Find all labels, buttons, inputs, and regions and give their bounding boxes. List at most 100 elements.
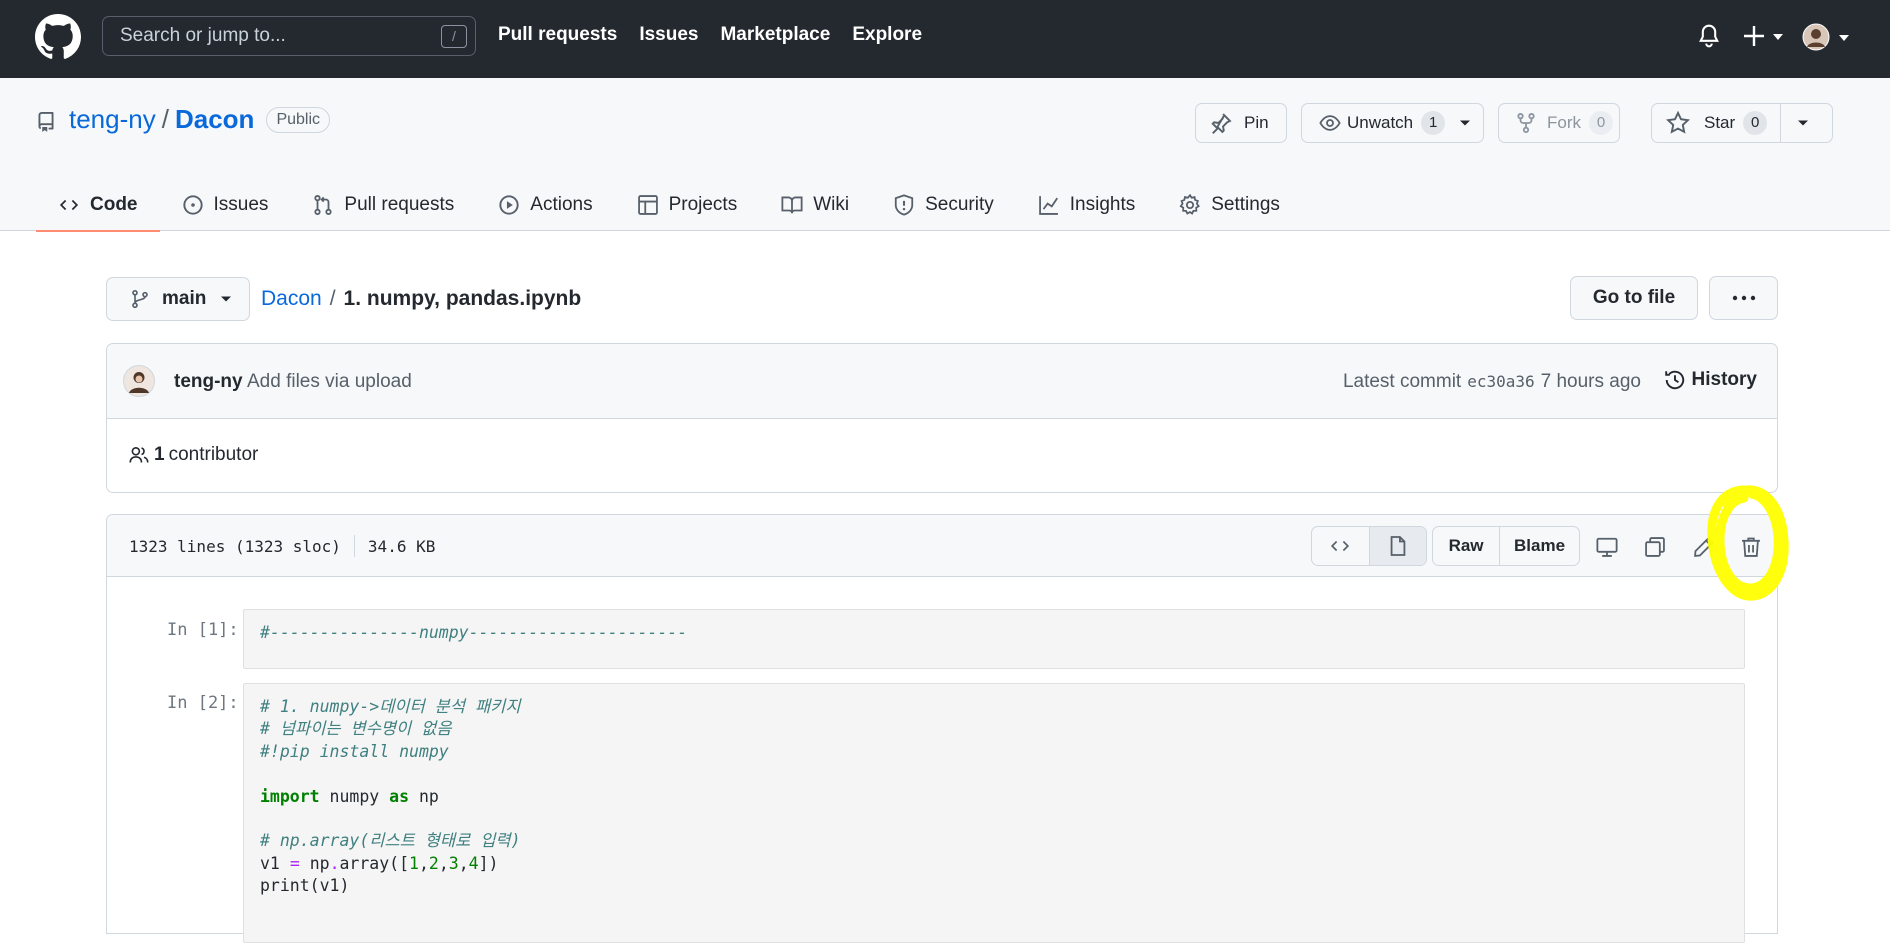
people-icon xyxy=(129,446,149,463)
file-line-count: 1323 lines (1323 sloc) xyxy=(129,536,341,556)
fork-icon xyxy=(1517,113,1535,133)
branch-name: main xyxy=(162,288,207,309)
branch-select-button[interactable]: main xyxy=(106,277,250,321)
file-icon xyxy=(1390,536,1406,556)
tab-label: Wiki xyxy=(813,193,850,215)
contributors-row[interactable]: 1 contributor xyxy=(128,444,258,466)
commit-time: 7 hours ago xyxy=(1540,371,1641,392)
tab-wiki[interactable]: Wiki xyxy=(759,178,871,231)
tab-insights[interactable]: Insights xyxy=(1016,178,1157,231)
github-logo-icon[interactable] xyxy=(35,14,81,60)
tab-projects[interactable]: Projects xyxy=(615,178,760,231)
code-line: #!pip install numpy xyxy=(260,741,449,761)
tab-label: Issues xyxy=(213,193,269,215)
shield-icon xyxy=(894,193,914,216)
raw-button[interactable]: Raw xyxy=(1433,527,1499,565)
file-header: 1323 lines (1323 sloc) 34.6 KB Raw Blame xyxy=(107,515,1777,577)
search-input[interactable] xyxy=(103,17,433,55)
pin-icon xyxy=(1211,113,1232,134)
tab-pull-requests[interactable]: Pull requests xyxy=(290,178,476,231)
tab-issues[interactable]: Issues xyxy=(160,178,291,231)
tab-security[interactable]: Security xyxy=(871,178,1016,231)
bell-icon[interactable] xyxy=(1698,23,1720,49)
chevron-down-icon xyxy=(1460,120,1471,126)
eye-icon xyxy=(1319,115,1341,131)
raw-blame-group: Raw Blame xyxy=(1432,526,1580,566)
pull-request-icon xyxy=(314,194,333,215)
star-list-dropdown[interactable] xyxy=(1781,104,1825,142)
star-icon xyxy=(1666,111,1690,134)
repo-tabs: Code Issues Pull requests Actions Projec… xyxy=(36,178,1302,232)
user-avatar-menu[interactable] xyxy=(1802,23,1854,51)
pin-button[interactable]: Pin xyxy=(1195,103,1287,143)
watch-count: 1 xyxy=(1421,111,1446,135)
view-mode-toggle xyxy=(1311,526,1427,566)
history-link[interactable]: History xyxy=(1664,369,1757,391)
code-line: # 넘파이는 변수명이 없음 xyxy=(260,719,452,739)
file-info-divider xyxy=(353,535,355,557)
nav-explore[interactable]: Explore xyxy=(852,24,922,46)
copy-icon xyxy=(1645,537,1665,557)
nav-issues[interactable]: Issues xyxy=(639,24,698,46)
copy-raw-contents-button[interactable] xyxy=(1641,533,1669,561)
book-icon xyxy=(781,196,803,213)
code-icon xyxy=(59,199,79,210)
table-icon xyxy=(637,194,658,215)
keyword-as: as xyxy=(389,786,410,806)
tab-label: Settings xyxy=(1211,193,1280,215)
more-options-button[interactable] xyxy=(1709,276,1778,320)
code-line: # 1. numpy->데이터 분석 패키지 xyxy=(260,697,521,716)
repo-name-link[interactable]: Dacon xyxy=(175,104,254,135)
code-line-blank: ​ xyxy=(260,763,1728,785)
tab-actions[interactable]: Actions xyxy=(476,178,614,231)
commit-sha-link[interactable]: ec30a36 xyxy=(1467,372,1534,391)
commit-box: teng-ny Add files via upload Latest comm… xyxy=(106,343,1778,493)
chevron-down-icon xyxy=(221,296,232,302)
pin-label: Pin xyxy=(1244,113,1269,132)
code-line: # np.array(리스트 형태로 입력) xyxy=(260,831,521,851)
nav-marketplace[interactable]: Marketplace xyxy=(720,24,830,46)
delete-file-button[interactable] xyxy=(1737,533,1765,561)
gear-icon xyxy=(1179,193,1201,215)
create-new-plus-icon[interactable] xyxy=(1741,22,1789,50)
nav-pull-requests[interactable]: Pull requests xyxy=(498,24,617,46)
notebook-cell: #---------------numpy-------------------… xyxy=(243,609,1745,669)
commit-message-link[interactable]: Add files via upload xyxy=(247,371,412,393)
tab-code[interactable]: Code xyxy=(36,178,160,232)
author-avatar[interactable] xyxy=(123,365,155,397)
tab-label: Insights xyxy=(1069,193,1136,215)
source-view-button[interactable] xyxy=(1312,527,1369,565)
desktop-icon xyxy=(1596,537,1618,557)
tab-settings[interactable]: Settings xyxy=(1157,178,1302,231)
fork-button[interactable]: Fork 0 xyxy=(1498,103,1620,143)
code-line-blank: ​ xyxy=(260,808,1728,830)
unwatch-label: Unwatch xyxy=(1347,113,1414,132)
code-line-assign: v1 = np.array([1,2,3,4]) xyxy=(260,853,499,873)
kebab-horizontal-icon xyxy=(1732,295,1755,301)
breadcrumb-file-name: 1. numpy, pandas.ipynb xyxy=(343,287,582,310)
visibility-badge: Public xyxy=(266,106,331,133)
edit-file-button[interactable] xyxy=(1690,533,1718,561)
code-line-import: import numpy as np xyxy=(260,786,439,806)
file-size: 34.6 KB xyxy=(367,536,436,556)
go-to-file-button[interactable]: Go to file xyxy=(1570,276,1698,320)
contributor-count: 1 xyxy=(154,444,165,465)
file-viewer: 1323 lines (1323 sloc) 34.6 KB Raw Blame xyxy=(106,514,1778,943)
search-box[interactable]: / xyxy=(102,16,476,56)
star-button[interactable]: Star 0 xyxy=(1652,104,1768,142)
star-label: Star xyxy=(1704,113,1736,132)
repo-owner-link[interactable]: teng-ny xyxy=(69,104,156,135)
breadcrumb-repo-link[interactable]: Dacon xyxy=(261,287,322,311)
display-desktop-button[interactable] xyxy=(1593,533,1621,561)
pencil-icon xyxy=(1694,537,1714,557)
blame-button[interactable]: Blame xyxy=(1499,527,1579,565)
commit-meta: Latest commit ec30a36 7 hours ago xyxy=(1343,371,1641,393)
unwatch-button[interactable]: Unwatch 1 xyxy=(1301,103,1484,143)
search-shortcut-key: / xyxy=(441,25,467,48)
commit-author-link[interactable]: teng-ny xyxy=(174,371,243,393)
notebook-cell: # 1. numpy->데이터 분석 패키지 # 넘파이는 변수명이 없음 #!pi… xyxy=(243,683,1745,943)
tab-label: Pull requests xyxy=(344,193,455,215)
history-icon xyxy=(1664,370,1684,390)
rendered-view-button[interactable] xyxy=(1368,527,1426,565)
cell-prompt: In [1]: xyxy=(167,620,239,640)
